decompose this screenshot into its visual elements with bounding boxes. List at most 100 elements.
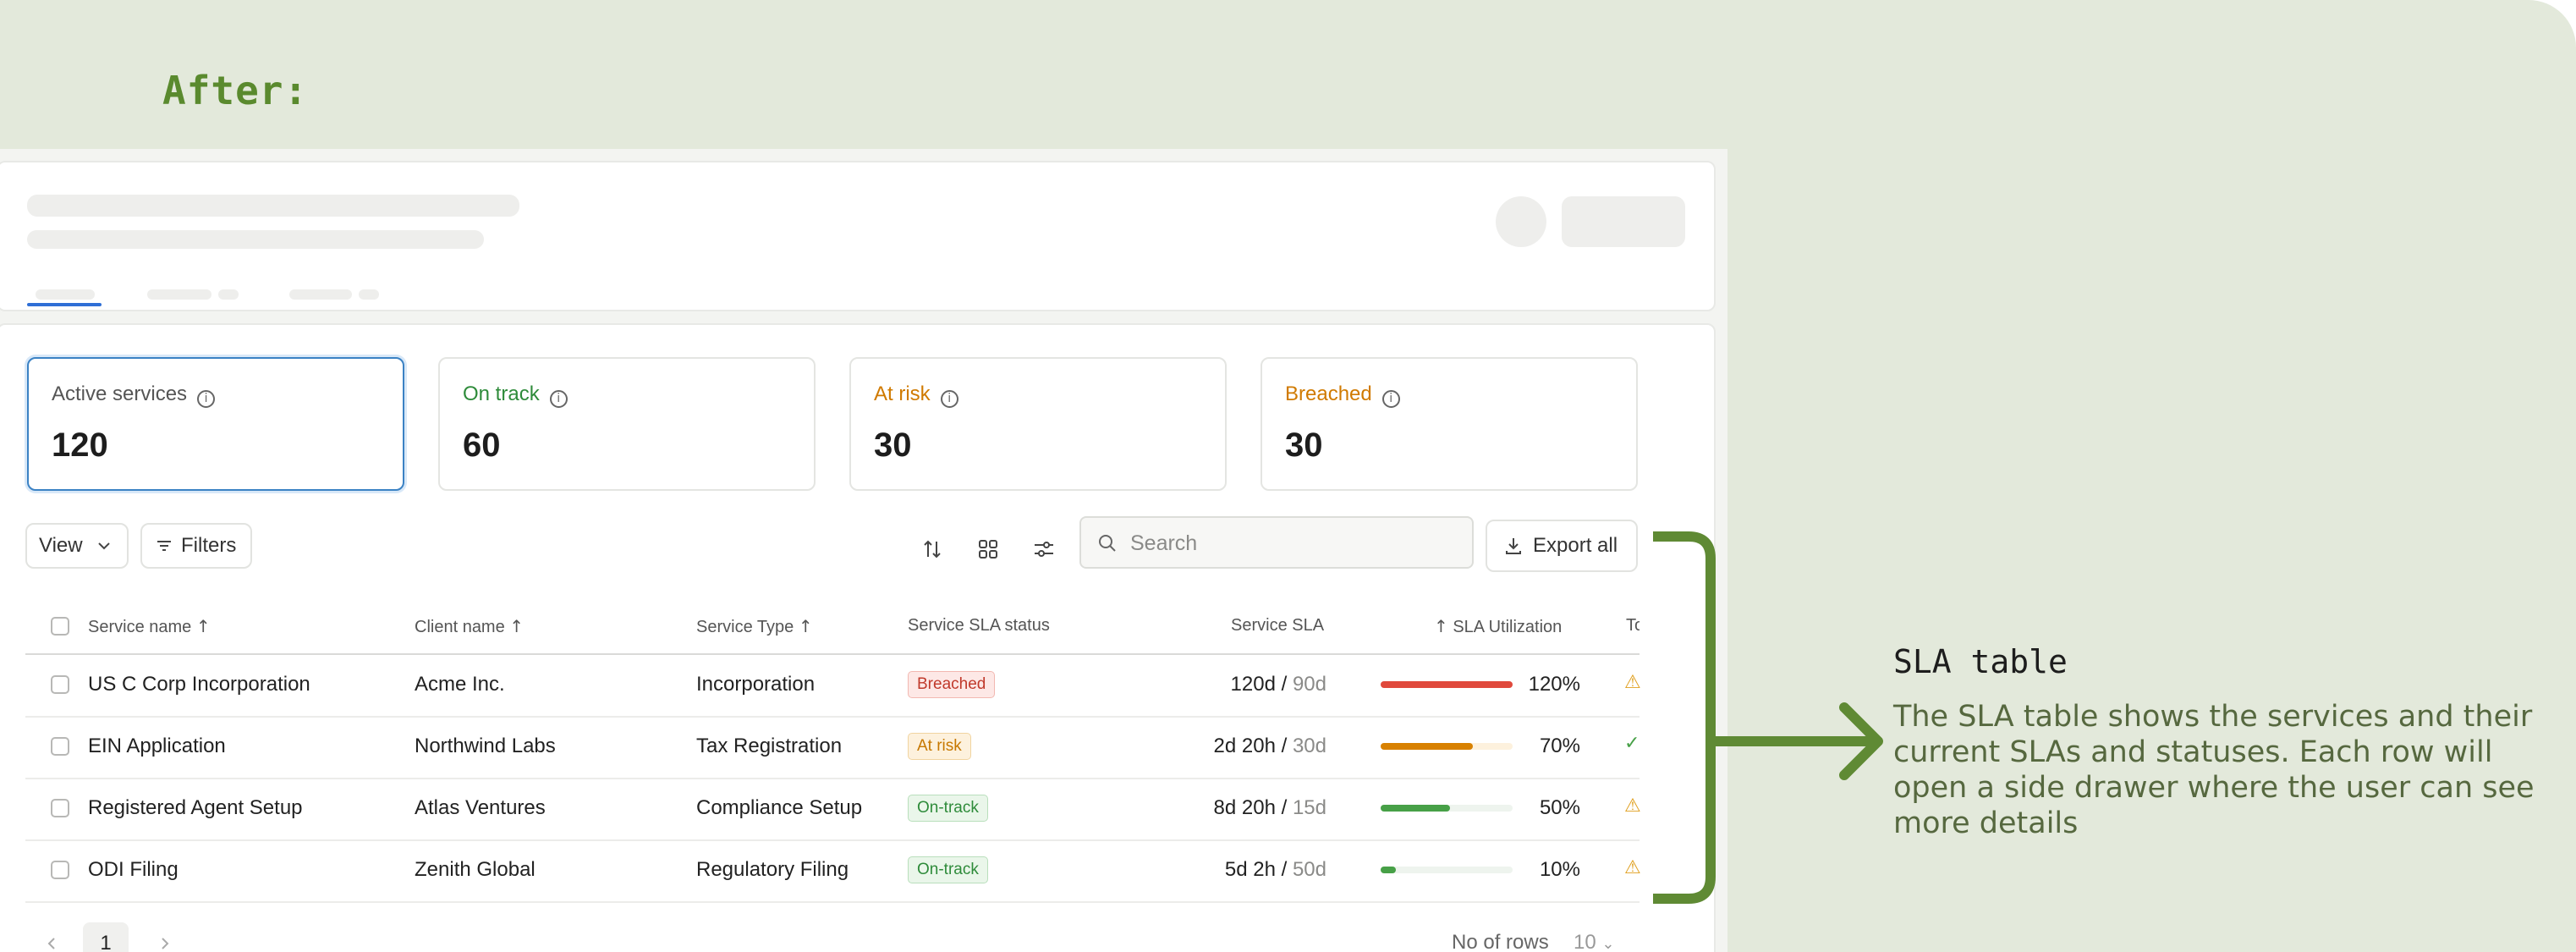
- row-divider: [25, 839, 1640, 841]
- stat-card-at-risk[interactable]: At risk i 30: [849, 357, 1227, 491]
- column-header-truncated[interactable]: To: [1626, 616, 1640, 636]
- annotation-bracket-arrow: [1653, 531, 1883, 904]
- cell-client-name: Acme Inc.: [415, 673, 505, 696]
- stat-card-on-track[interactable]: On track i 60: [438, 357, 816, 491]
- column-settings-icon[interactable]: [1025, 531, 1063, 568]
- header-skeleton-card: [0, 161, 1716, 311]
- callout-title: SLA table: [1893, 643, 2068, 680]
- chevron-down-icon: ⌄: [1601, 935, 1615, 952]
- cell-service-type: Regulatory Filing: [696, 858, 849, 881]
- select-all-checkbox[interactable]: [51, 617, 69, 636]
- cell-client-name: Atlas Ventures: [415, 796, 546, 819]
- row-divider: [25, 778, 1640, 779]
- column-header-service-name[interactable]: Service name ↑: [88, 616, 211, 637]
- view-dropdown[interactable]: View: [25, 523, 129, 569]
- info-icon[interactable]: i: [197, 390, 216, 408]
- chevron-down-icon: [97, 542, 110, 550]
- rows-per-page-label: No of rows: [1452, 931, 1549, 952]
- header-divider: [25, 653, 1640, 655]
- warning-icon[interactable]: ⚠: [1624, 857, 1641, 878]
- search-box[interactable]: [1079, 516, 1474, 569]
- chevron-left-icon[interactable]: [42, 934, 61, 952]
- column-header-service-type[interactable]: Service Type ↑: [696, 616, 813, 637]
- info-icon[interactable]: i: [549, 390, 568, 408]
- stat-value: 30: [1285, 426, 1323, 464]
- row-checkbox[interactable]: [51, 675, 69, 694]
- presentation-canvas: After: Active services i 120 On track i 60: [0, 0, 2576, 952]
- sort-up-icon: ↑: [509, 616, 525, 636]
- chevron-right-icon[interactable]: [156, 934, 174, 952]
- cell-service-type: Incorporation: [696, 673, 816, 696]
- utilization-bar: [1381, 805, 1513, 812]
- status-badge: On-track: [908, 856, 988, 883]
- search-icon: [1099, 535, 1116, 552]
- sort-icon[interactable]: [914, 531, 951, 568]
- after-heading: After:: [162, 68, 309, 113]
- check-circle-icon[interactable]: ✓: [1624, 733, 1640, 754]
- download-icon: [1506, 538, 1521, 554]
- column-header-client-name[interactable]: Client name ↑: [415, 616, 524, 637]
- row-checkbox[interactable]: [51, 799, 69, 817]
- column-header-service-sla[interactable]: Service SLA: [1231, 616, 1324, 636]
- skeleton-subtitle: [27, 230, 484, 249]
- cell-utilization: 50%: [1539, 796, 1580, 819]
- cell-service-type: Tax Registration: [696, 735, 843, 757]
- active-tab-indicator: [27, 303, 102, 306]
- filters-button[interactable]: Filters: [140, 523, 252, 569]
- cell-service-sla: 5d 2h / 50d: [1224, 858, 1326, 881]
- utilization-bar-fill: [1381, 743, 1473, 750]
- row-divider: [25, 901, 1640, 903]
- cell-service-sla: 120d / 90d: [1230, 673, 1326, 696]
- column-header-sla-status[interactable]: Service SLA status: [908, 616, 1050, 636]
- warning-icon[interactable]: ⚠: [1624, 795, 1641, 817]
- sort-up-icon: ↑: [798, 616, 813, 636]
- cell-service-name: EIN Application: [88, 735, 226, 757]
- stat-card-active-services[interactable]: Active services i 120: [27, 357, 404, 491]
- utilization-bar: [1381, 867, 1513, 873]
- skeleton-tab-2b: [218, 289, 239, 300]
- cell-utilization: 10%: [1539, 858, 1580, 881]
- warning-icon[interactable]: ⚠: [1624, 672, 1641, 693]
- cell-service-name: ODI Filing: [88, 858, 179, 881]
- grid-view-icon[interactable]: [969, 531, 1007, 568]
- filter-icon: [157, 541, 171, 551]
- info-icon[interactable]: i: [940, 390, 958, 408]
- sort-up-icon: ↑: [195, 616, 211, 636]
- stat-value: 120: [52, 426, 108, 464]
- utilization-bar-fill: [1381, 867, 1396, 873]
- skeleton-action-button: [1562, 196, 1685, 247]
- sort-up-icon: ↑: [1434, 616, 1448, 636]
- status-badge: Breached: [908, 671, 996, 698]
- cell-service-name: US C Corp Incorporation: [88, 673, 310, 696]
- cell-utilization: 70%: [1539, 735, 1580, 757]
- cell-client-name: Zenith Global: [415, 858, 536, 881]
- stat-label: Breached: [1285, 382, 1372, 405]
- column-header-sla-utilization[interactable]: ↑ SLA Utilization: [1434, 616, 1562, 637]
- row-checkbox[interactable]: [51, 737, 69, 756]
- utilization-bar-fill: [1381, 681, 1513, 688]
- export-label: Export all: [1533, 534, 1618, 557]
- search-input[interactable]: [1129, 525, 1462, 562]
- skeleton-avatar: [1496, 196, 1546, 247]
- cell-service-type: Compliance Setup: [696, 796, 863, 819]
- export-all-button[interactable]: Export all: [1486, 520, 1638, 572]
- page-number-button[interactable]: 1: [83, 922, 129, 952]
- rows-per-page-select[interactable]: 10 ⌄: [1574, 931, 1614, 952]
- cell-service-sla: 8d 20h / 15d: [1213, 796, 1326, 819]
- callout-description: The SLA table shows the services and the…: [1893, 700, 2535, 840]
- cell-client-name: Northwind Labs: [415, 735, 556, 757]
- cell-service-name: Registered Agent Setup: [88, 796, 303, 819]
- skeleton-title: [27, 195, 519, 217]
- row-checkbox[interactable]: [51, 861, 69, 879]
- status-badge: At risk: [908, 733, 971, 760]
- stat-label: At risk: [874, 382, 931, 405]
- filters-label: Filters: [181, 534, 237, 557]
- stat-card-breached[interactable]: Breached i 30: [1261, 357, 1638, 491]
- cell-utilization: 120%: [1528, 673, 1580, 696]
- row-divider: [25, 716, 1640, 718]
- utilization-bar: [1381, 681, 1513, 688]
- info-icon[interactable]: i: [1381, 390, 1400, 408]
- skeleton-tab-1: [36, 289, 95, 300]
- stat-value: 60: [463, 426, 501, 464]
- skeleton-tab-3: [289, 289, 352, 300]
